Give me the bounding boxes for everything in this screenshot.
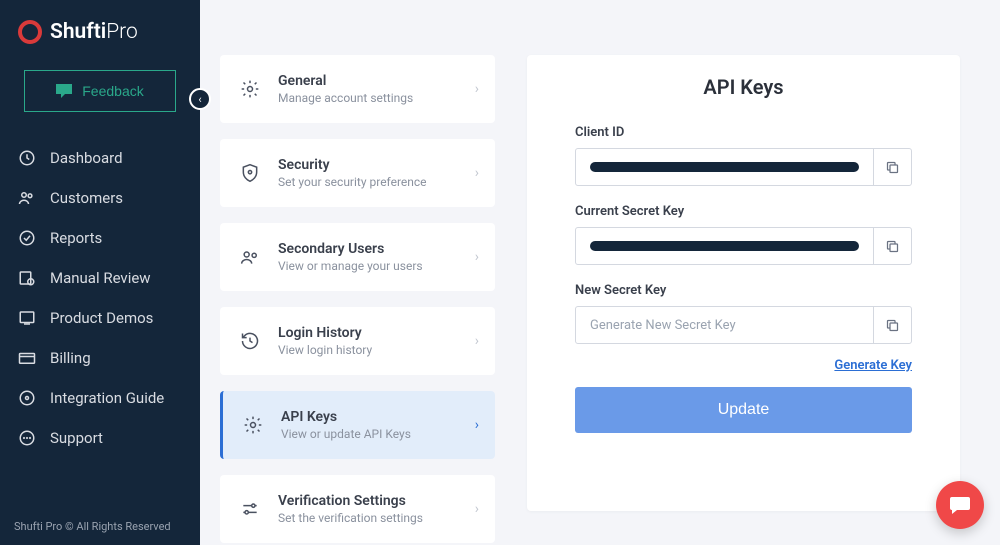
api-keys-panel: API Keys Client ID Current Secret Key Ne…: [527, 55, 960, 511]
card-subtitle: View or manage your users: [278, 259, 423, 273]
chevron-right-icon: ›: [475, 165, 479, 181]
card-subtitle: View login history: [278, 343, 372, 357]
chat-icon: [948, 493, 972, 517]
settings-card-api-keys[interactable]: API Keys View or update API Keys ›: [220, 391, 495, 459]
sidebar-item-integration-guide[interactable]: Integration Guide: [0, 378, 200, 418]
card-title: Verification Settings: [278, 493, 423, 509]
new-secret-input[interactable]: Generate New Secret Key: [576, 312, 873, 339]
settings-card-security[interactable]: Security Set your security preference ›: [220, 139, 495, 207]
card-title: General: [278, 73, 413, 89]
check-circle-icon: [18, 229, 36, 247]
new-secret-field: New Secret Key Generate New Secret Key: [575, 283, 912, 344]
users-icon: [238, 245, 262, 269]
client-id-field: Client ID: [575, 125, 912, 186]
chat-launcher-button[interactable]: [936, 481, 984, 529]
settings-card-verification-settings[interactable]: Verification Settings Set the verificati…: [220, 475, 495, 543]
sidebar-item-product-demos[interactable]: Product Demos: [0, 298, 200, 338]
brand-logo: ShuftiPro: [0, 0, 200, 62]
logo-mark-icon: [18, 20, 42, 44]
current-secret-label: Current Secret Key: [575, 204, 912, 219]
feedback-button[interactable]: Feedback: [24, 70, 176, 112]
generate-key-row: Generate Key: [575, 354, 912, 373]
new-secret-placeholder: Generate New Secret Key: [590, 318, 736, 333]
chevron-right-icon: ›: [475, 417, 479, 433]
chevron-right-icon: ›: [475, 249, 479, 265]
card-title: Secondary Users: [278, 241, 423, 257]
sidebar-item-label: Billing: [50, 349, 91, 367]
gear-icon: [241, 413, 265, 437]
client-id-label: Client ID: [575, 125, 912, 140]
chevron-right-icon: ›: [475, 333, 479, 349]
gear-icon: [238, 77, 262, 101]
generate-key-link[interactable]: Generate Key: [834, 358, 912, 373]
sidebar-item-label: Reports: [50, 229, 102, 247]
speech-bubble-icon: [56, 84, 72, 98]
sidebar-item-customers[interactable]: Customers: [0, 178, 200, 218]
users-icon: [18, 189, 36, 207]
chevron-right-icon: ›: [475, 501, 479, 517]
card-title: Security: [278, 157, 427, 173]
card-subtitle: View or update API Keys: [281, 427, 411, 441]
sidebar-item-label: Support: [50, 429, 103, 447]
dashboard-icon: [18, 149, 36, 167]
sidebar-item-label: Manual Review: [50, 269, 151, 287]
card-title: API Keys: [281, 409, 411, 425]
current-secret-field: Current Secret Key: [575, 204, 912, 265]
guide-icon: [18, 389, 36, 407]
sidebar-collapse-button[interactable]: ‹: [189, 88, 211, 110]
sliders-icon: [238, 497, 262, 521]
sidebar-item-reports[interactable]: Reports: [0, 218, 200, 258]
copy-new-secret-button[interactable]: [873, 307, 911, 343]
settings-card-general[interactable]: General Manage account settings ›: [220, 55, 495, 123]
update-button[interactable]: Update: [575, 387, 912, 433]
copy-icon: [885, 160, 900, 175]
support-icon: [18, 429, 36, 447]
sidebar-item-support[interactable]: Support: [0, 418, 200, 458]
sidebar-item-label: Integration Guide: [50, 389, 164, 407]
card-title: Login History: [278, 325, 372, 341]
settings-card-login-history[interactable]: Login History View login history ›: [220, 307, 495, 375]
panel-title: API Keys: [575, 75, 912, 99]
copy-client-id-button[interactable]: [873, 149, 911, 185]
sidebar: ShuftiPro Feedback ‹ Dashboard Customers…: [0, 0, 200, 545]
chevron-right-icon: ›: [475, 81, 479, 97]
copy-current-secret-button[interactable]: [873, 228, 911, 264]
demo-icon: [18, 309, 36, 327]
review-icon: [18, 269, 36, 287]
copy-icon: [885, 318, 900, 333]
sidebar-item-dashboard[interactable]: Dashboard: [0, 138, 200, 178]
card-subtitle: Set the verification settings: [278, 511, 423, 525]
brand-name: ShuftiPro: [50, 20, 138, 44]
history-icon: [238, 329, 262, 353]
current-secret-value[interactable]: [576, 235, 873, 257]
shield-icon: [238, 161, 262, 185]
sidebar-nav: Dashboard Customers Reports Manual Revie…: [0, 138, 200, 458]
settings-list: General Manage account settings › Securi…: [200, 0, 505, 545]
client-id-value[interactable]: [576, 156, 873, 178]
sidebar-item-manual-review[interactable]: Manual Review: [0, 258, 200, 298]
sidebar-item-label: Dashboard: [50, 149, 123, 167]
card-subtitle: Manage account settings: [278, 91, 413, 105]
copyright-footer: Shufti Pro © All Rights Reserved: [0, 508, 200, 545]
new-secret-label: New Secret Key: [575, 283, 912, 298]
sidebar-item-label: Product Demos: [50, 309, 153, 327]
settings-card-secondary-users[interactable]: Secondary Users View or manage your user…: [220, 223, 495, 291]
sidebar-item-billing[interactable]: Billing: [0, 338, 200, 378]
feedback-label: Feedback: [82, 83, 143, 99]
credit-card-icon: [18, 349, 36, 367]
sidebar-item-label: Customers: [50, 189, 123, 207]
card-subtitle: Set your security preference: [278, 175, 427, 189]
chevron-left-icon: ‹: [198, 93, 201, 106]
copy-icon: [885, 239, 900, 254]
